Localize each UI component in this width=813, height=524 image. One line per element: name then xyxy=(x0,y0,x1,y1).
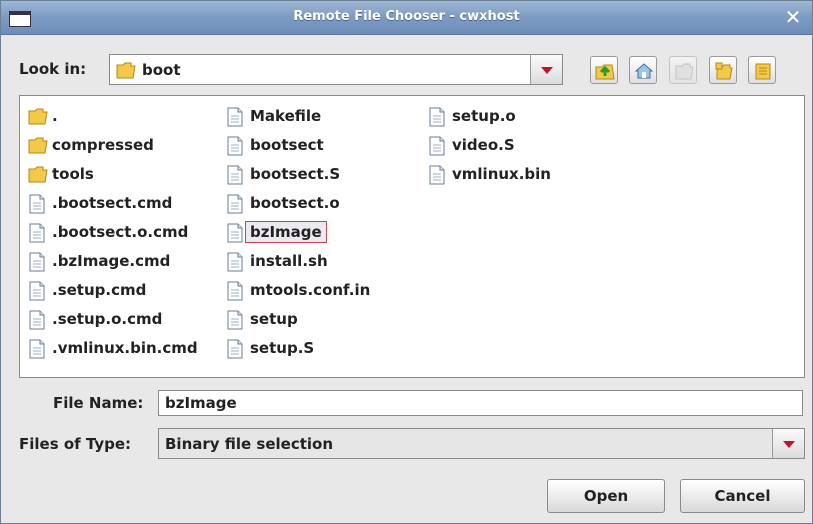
list-view-icon xyxy=(715,62,733,80)
file-name-field[interactable]: bzImage xyxy=(158,390,803,416)
file-name: .bzImage.cmd xyxy=(52,252,171,270)
file-list-item[interactable]: .setup.o.cmd xyxy=(26,309,198,338)
file-list-item[interactable]: install.sh xyxy=(224,251,370,280)
list-view-button[interactable] xyxy=(709,56,737,84)
file-icon xyxy=(29,339,45,359)
file-name: tools xyxy=(52,165,94,183)
details-view-button[interactable] xyxy=(748,56,776,84)
file-list-item[interactable]: tools xyxy=(26,164,198,193)
file-type-combo[interactable]: Binary file selection xyxy=(158,428,805,459)
file-icon xyxy=(227,107,243,127)
look-in-combo[interactable]: boot xyxy=(109,54,563,85)
file-list-item[interactable]: .vmlinux.bin.cmd xyxy=(26,338,198,367)
window-title: Remote File Chooser - cwxhost xyxy=(293,9,520,24)
file-list-item[interactable]: . xyxy=(26,106,198,135)
chevron-down-icon[interactable] xyxy=(772,429,804,458)
file-icon xyxy=(227,165,243,185)
up-folder-button[interactable] xyxy=(590,56,618,84)
file-icon xyxy=(29,252,45,272)
up-folder-icon xyxy=(595,64,615,80)
file-name: mtools.conf.in xyxy=(250,281,371,299)
title-bar[interactable]: Remote File Chooser - cwxhost ✕ xyxy=(1,1,812,35)
file-type-value: Binary file selection xyxy=(165,435,334,453)
file-list-item[interactable]: bzImage xyxy=(224,221,370,251)
cancel-button[interactable]: Cancel xyxy=(680,479,805,513)
file-icon xyxy=(29,223,45,243)
file-icon xyxy=(29,310,45,330)
file-name: Makefile xyxy=(250,107,322,125)
open-button[interactable]: Open xyxy=(547,479,665,513)
file-icon xyxy=(227,136,243,156)
file-icon xyxy=(29,281,45,301)
file-list-item[interactable]: bootsect.S xyxy=(224,164,370,193)
file-list-item[interactable]: bootsect xyxy=(224,135,370,164)
file-name: setup xyxy=(250,310,298,328)
file-list-item[interactable]: vmlinux.bin xyxy=(426,164,551,193)
file-name: setup.o xyxy=(452,107,516,125)
file-list-item[interactable]: Makefile xyxy=(224,106,370,135)
file-name: .vmlinux.bin.cmd xyxy=(52,339,198,357)
file-list-item[interactable]: .bootsect.o.cmd xyxy=(26,222,198,251)
close-icon[interactable]: ✕ xyxy=(782,6,804,28)
file-name: .setup.cmd xyxy=(52,281,147,299)
chevron-down-icon[interactable] xyxy=(530,55,562,84)
file-list-item[interactable]: .setup.cmd xyxy=(26,280,198,309)
file-name: .bootsect.cmd xyxy=(52,194,173,212)
home-icon xyxy=(634,63,654,79)
file-list-item[interactable]: setup.o xyxy=(426,106,551,135)
file-icon xyxy=(429,136,445,156)
file-chooser-dialog: Remote File Chooser - cwxhost ✕ Look in:… xyxy=(0,0,813,524)
new-folder-icon xyxy=(675,63,694,80)
file-name: . xyxy=(52,107,58,125)
file-list-column: Makefile bootsect bootsect.S bootsect.o bzIm… xyxy=(224,106,370,367)
file-list-item[interactable]: mtools.conf.in xyxy=(224,280,370,309)
file-name: setup.S xyxy=(250,339,315,357)
file-name: bootsect.S xyxy=(250,165,341,183)
file-name: bootsect.o xyxy=(250,194,340,212)
file-name-label: File Name: xyxy=(53,394,144,412)
file-name: video.S xyxy=(452,136,515,154)
file-type-label: Files of Type: xyxy=(19,435,132,453)
file-list-item[interactable]: .bootsect.cmd xyxy=(26,193,198,222)
file-name: .bootsect.o.cmd xyxy=(52,223,189,241)
file-list[interactable]: . compressed tools .bootsect.cmd .bootsect.o… xyxy=(19,95,805,378)
file-list-item[interactable]: video.S xyxy=(426,135,551,164)
folder-icon xyxy=(116,61,136,83)
file-icon xyxy=(429,107,445,127)
file-list-item[interactable]: compressed xyxy=(26,135,198,164)
file-name: bootsect xyxy=(250,136,324,154)
folder-icon xyxy=(28,166,48,183)
file-name: compressed xyxy=(52,136,154,154)
file-name: .setup.o.cmd xyxy=(52,310,163,328)
folder-icon xyxy=(28,137,48,154)
file-icon xyxy=(227,194,243,214)
file-icon xyxy=(227,252,243,272)
file-list-item[interactable]: bootsect.o xyxy=(224,193,370,222)
file-icon xyxy=(227,281,243,301)
details-view-icon xyxy=(755,63,771,80)
file-list-item[interactable]: setup xyxy=(224,309,370,338)
file-icon xyxy=(227,310,243,330)
file-list-item[interactable]: setup.S xyxy=(224,338,370,367)
file-list-column: setup.o video.S vmlinux.bin xyxy=(426,106,551,193)
file-icon xyxy=(227,339,243,359)
file-list-item[interactable]: .bzImage.cmd xyxy=(26,251,198,280)
look-in-label: Look in: xyxy=(19,60,87,78)
file-icon xyxy=(429,165,445,185)
home-button[interactable] xyxy=(629,56,657,84)
file-icon xyxy=(227,223,243,243)
look-in-value: boot xyxy=(142,61,181,79)
file-name: bzImage xyxy=(245,221,327,243)
new-folder-button[interactable] xyxy=(669,56,697,84)
file-icon xyxy=(29,194,45,214)
file-name: install.sh xyxy=(250,252,328,270)
folder-icon xyxy=(28,108,48,125)
file-list-column: . compressed tools .bootsect.cmd .bootsect.o… xyxy=(26,106,198,367)
file-name: vmlinux.bin xyxy=(452,165,551,183)
